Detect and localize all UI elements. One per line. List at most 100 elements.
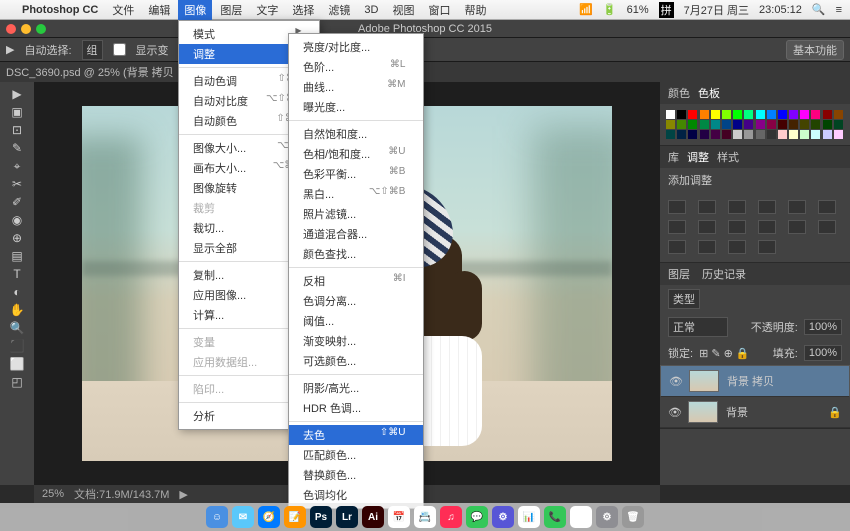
swatch[interactable] — [700, 110, 709, 119]
adj-hue[interactable] — [818, 200, 836, 214]
adj-brightness[interactable] — [668, 200, 686, 214]
swatch[interactable] — [789, 120, 798, 129]
battery-icon[interactable]: 🔋 — [603, 3, 617, 16]
lock-icons[interactable]: ⊞ ✎ ⊕ 🔒 — [699, 347, 750, 360]
tab-swatches[interactable]: 色板 — [698, 85, 720, 101]
swatch[interactable] — [811, 120, 820, 129]
adj-invert[interactable] — [818, 220, 836, 234]
menu-item[interactable]: 颜色查找... — [289, 244, 423, 264]
input-icon[interactable]: 拼 — [659, 2, 674, 18]
wifi-icon[interactable]: 📶 — [579, 3, 593, 16]
swatch[interactable] — [767, 130, 776, 139]
swatch[interactable] — [666, 120, 675, 129]
tool-6[interactable]: ✐ — [9, 194, 25, 210]
tool-4[interactable]: ⌖ — [9, 158, 25, 174]
adj-channelmixer[interactable] — [758, 220, 776, 234]
swatch[interactable] — [756, 110, 765, 119]
menu-item[interactable]: 曲线...⌘M — [289, 77, 423, 97]
layer-name[interactable]: 背景 — [726, 404, 748, 420]
adj-threshold[interactable] — [698, 240, 716, 254]
close-icon[interactable] — [6, 24, 16, 34]
layer-name[interactable]: 背景 拷贝 — [727, 373, 774, 389]
menu-view[interactable]: 视图 — [392, 2, 414, 18]
swatch[interactable] — [666, 130, 675, 139]
tab-adjustments[interactable]: 调整 — [687, 149, 709, 165]
tool-2[interactable]: ⊡ — [9, 122, 25, 138]
adj-colorlookup[interactable] — [788, 220, 806, 234]
menu-layer[interactable]: 图层 — [220, 2, 242, 18]
layer-thumbnail[interactable] — [688, 401, 718, 423]
dock-item[interactable]: 📝 — [284, 506, 306, 528]
menu-item[interactable]: 亮度/对比度... — [289, 37, 423, 57]
swatch[interactable] — [677, 120, 686, 129]
swatch[interactable] — [733, 120, 742, 129]
swatch[interactable] — [778, 130, 787, 139]
layer-row[interactable]: 👁 背景 🔒 — [660, 397, 850, 428]
tool-15[interactable]: ⬜ — [9, 356, 25, 372]
adj-gradientmap[interactable] — [728, 240, 746, 254]
menu-item[interactable]: 照片滤镜... — [289, 204, 423, 224]
swatch[interactable] — [700, 120, 709, 129]
menu-item[interactable]: 阈值... — [289, 311, 423, 331]
adj-vibrance[interactable] — [788, 200, 806, 214]
tool-13[interactable]: 🔍 — [9, 320, 25, 336]
document-tab[interactable]: DSC_3690.psd @ 25% (背景 拷贝 — [6, 64, 174, 80]
adj-posterize[interactable] — [668, 240, 686, 254]
menu-item[interactable]: 通道混合器... — [289, 224, 423, 244]
menu-window[interactable]: 窗口 — [428, 2, 450, 18]
swatch[interactable] — [834, 120, 843, 129]
swatch[interactable] — [688, 110, 697, 119]
dock-item[interactable]: 🧭 — [258, 506, 280, 528]
tool-7[interactable]: ◉ — [9, 212, 25, 228]
dock-item[interactable]: 📇 — [414, 506, 436, 528]
tab-styles[interactable]: 样式 — [717, 149, 739, 165]
tool-12[interactable]: ✋ — [9, 302, 25, 318]
swatch[interactable] — [711, 130, 720, 139]
swatch[interactable] — [800, 120, 809, 129]
adj-curves[interactable] — [728, 200, 746, 214]
show-transform-checkbox[interactable] — [113, 43, 126, 56]
dock-item[interactable]: 📊 — [518, 506, 540, 528]
swatch[interactable] — [834, 130, 843, 139]
swatch[interactable] — [688, 130, 697, 139]
swatch[interactable] — [800, 130, 809, 139]
swatch[interactable] — [756, 120, 765, 129]
menu-type[interactable]: 文字 — [256, 2, 278, 18]
swatch[interactable] — [688, 120, 697, 129]
tab-libraries[interactable]: 库 — [668, 149, 679, 165]
tool-8[interactable]: ⊕ — [9, 230, 25, 246]
menu-item[interactable]: HDR 色调... — [289, 398, 423, 418]
adj-photofilter[interactable] — [728, 220, 746, 234]
menu-item[interactable]: 黑白...⌥⇧⌘B — [289, 184, 423, 204]
swatch[interactable] — [677, 130, 686, 139]
workspace-button[interactable]: 基本功能 — [786, 40, 844, 60]
menu-item[interactable]: 色调均化 — [289, 485, 423, 505]
menu-help[interactable]: 帮助 — [464, 2, 486, 18]
menu-item[interactable]: 阴影/高光... — [289, 378, 423, 398]
opacity-value[interactable]: 100% — [804, 319, 842, 335]
swatch[interactable] — [722, 130, 731, 139]
menu-item[interactable]: 反相⌘I — [289, 271, 423, 291]
swatch[interactable] — [778, 120, 787, 129]
swatch[interactable] — [811, 110, 820, 119]
menu-3d[interactable]: 3D — [364, 4, 378, 16]
tab-layers[interactable]: 图层 — [668, 266, 690, 282]
menu-item[interactable]: 去色⇧⌘U — [289, 425, 423, 445]
swatch[interactable] — [722, 110, 731, 119]
swatch[interactable] — [666, 110, 675, 119]
minimize-icon[interactable] — [21, 24, 31, 34]
menu-edit[interactable]: 编辑 — [148, 2, 170, 18]
dock-item[interactable]: 📞 — [544, 506, 566, 528]
menu-item[interactable]: 匹配颜色... — [289, 445, 423, 465]
adj-bw[interactable] — [698, 220, 716, 234]
swatch[interactable] — [811, 130, 820, 139]
swatch[interactable] — [800, 110, 809, 119]
menu-item[interactable]: 替换颜色... — [289, 465, 423, 485]
fill-value[interactable]: 100% — [804, 345, 842, 361]
zoom-level[interactable]: 25% — [42, 488, 64, 500]
blend-mode-dropdown[interactable]: 正常 — [668, 317, 728, 337]
auto-select-dropdown[interactable]: 组 — [82, 40, 103, 60]
tab-color[interactable]: 颜色 — [668, 85, 690, 101]
swatch[interactable] — [744, 120, 753, 129]
menu-item[interactable]: 色调分离... — [289, 291, 423, 311]
